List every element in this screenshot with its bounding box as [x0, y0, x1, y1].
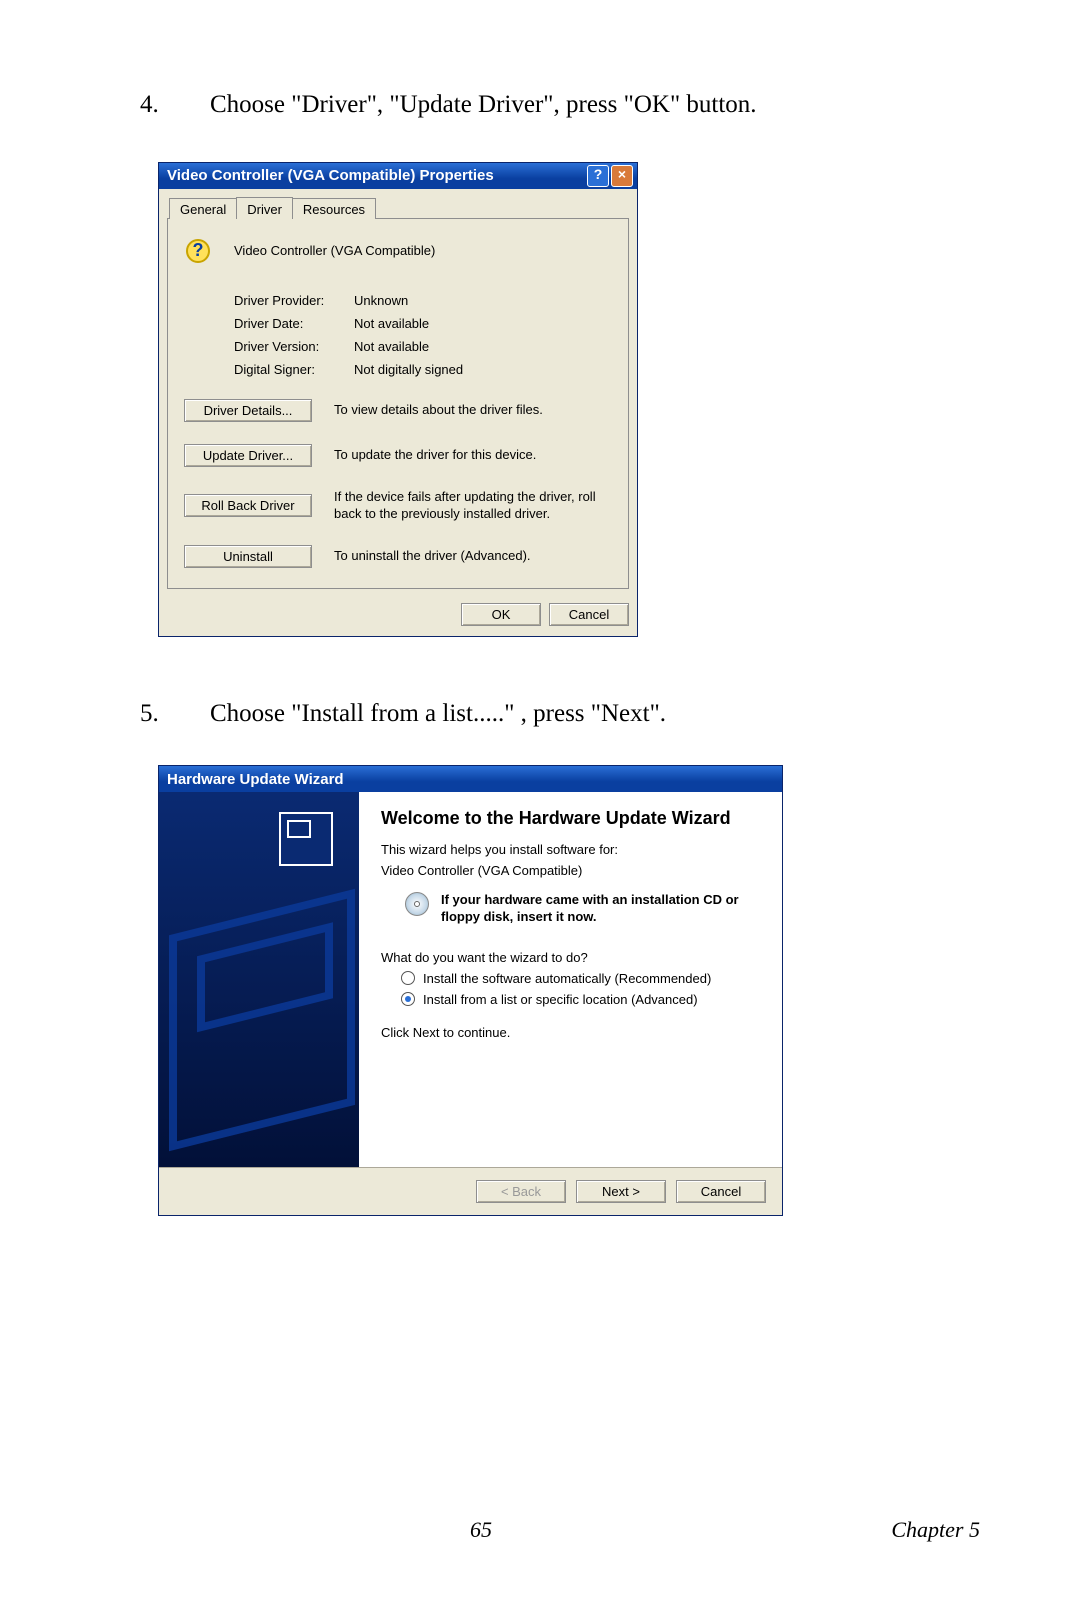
label-driver-date: Driver Date: [234, 316, 354, 331]
radio-icon [401, 971, 415, 985]
help-button[interactable]: ? [587, 165, 609, 187]
radio-install-automatic[interactable]: Install the software automatically (Reco… [401, 971, 760, 986]
value-driver-date: Not available [354, 316, 612, 331]
label-digital-signer: Digital Signer: [234, 362, 354, 377]
radio-label: Install from a list or specific location… [423, 992, 698, 1007]
wizard-continue-text: Click Next to continue. [381, 1025, 760, 1040]
update-driver-desc: To update the driver for this device. [312, 447, 612, 464]
label-driver-provider: Driver Provider: [234, 293, 354, 308]
step-number: 4. [100, 88, 210, 122]
properties-dialog: Video Controller (VGA Compatible) Proper… [158, 162, 638, 637]
step-text: Choose "Install from a list....." , pres… [210, 697, 980, 731]
wizard-intro: This wizard helps you install software f… [381, 842, 760, 857]
tab-driver[interactable]: Driver [236, 197, 293, 219]
dialog-titlebar: Video Controller (VGA Compatible) Proper… [159, 163, 637, 189]
page-number: 65 [470, 1517, 492, 1543]
wizard-device-name: Video Controller (VGA Compatible) [381, 863, 760, 878]
wizard-main-panel: Welcome to the Hardware Update Wizard Th… [359, 792, 782, 1167]
device-name: Video Controller (VGA Compatible) [234, 237, 435, 258]
tab-general[interactable]: General [169, 198, 237, 219]
step-number: 5. [100, 697, 210, 731]
radio-icon [401, 992, 415, 1006]
driver-details-button[interactable]: Driver Details... [184, 399, 312, 422]
back-button[interactable]: < Back [476, 1180, 566, 1203]
driver-details-desc: To view details about the driver files. [312, 402, 612, 419]
value-digital-signer: Not digitally signed [354, 362, 612, 377]
next-button[interactable]: Next > [576, 1180, 666, 1203]
tab-strip: General Driver Resources [167, 197, 629, 219]
tab-resources[interactable]: Resources [292, 198, 376, 219]
page-footer: 65 Chapter 5 [100, 1517, 980, 1543]
question-device-icon: ? [184, 237, 216, 269]
wizard-heading: Welcome to the Hardware Update Wizard [381, 808, 760, 830]
uninstall-desc: To uninstall the driver (Advanced). [312, 548, 612, 565]
dialog-title: Hardware Update Wizard [167, 771, 344, 788]
update-driver-button[interactable]: Update Driver... [184, 444, 312, 467]
instruction-step-5: 5. Choose "Install from a list....." , p… [100, 697, 980, 731]
uninstall-button[interactable]: Uninstall [184, 545, 312, 568]
driver-tab-panel: ? Video Controller (VGA Compatible) Driv… [167, 218, 629, 589]
roll-back-driver-desc: If the device fails after updating the d… [312, 489, 612, 523]
radio-label: Install the software automatically (Reco… [423, 971, 711, 986]
hardware-update-wizard-dialog: Hardware Update Wizard Welcome to the Ha… [158, 765, 783, 1216]
wizard-question: What do you want the wizard to do? [381, 950, 760, 965]
step-text: Choose "Driver", "Update Driver", press … [210, 88, 980, 122]
value-driver-version: Not available [354, 339, 612, 354]
dialog-titlebar: Hardware Update Wizard [159, 766, 782, 792]
cancel-button[interactable]: Cancel [676, 1180, 766, 1203]
instruction-step-4: 4. Choose "Driver", "Update Driver", pre… [100, 88, 980, 122]
ok-button[interactable]: OK [461, 603, 541, 626]
roll-back-driver-button[interactable]: Roll Back Driver [184, 494, 312, 517]
cd-hint-text: If your hardware came with an installati… [441, 892, 760, 926]
dialog-title: Video Controller (VGA Compatible) Proper… [167, 167, 494, 184]
cancel-button[interactable]: Cancel [549, 603, 629, 626]
wizard-sidebar-graphic [159, 792, 359, 1167]
value-driver-provider: Unknown [354, 293, 612, 308]
label-driver-version: Driver Version: [234, 339, 354, 354]
radio-install-from-list[interactable]: Install from a list or specific location… [401, 992, 760, 1007]
cd-icon [403, 892, 431, 920]
close-button[interactable]: × [611, 165, 633, 187]
chapter-label: Chapter 5 [891, 1517, 980, 1543]
